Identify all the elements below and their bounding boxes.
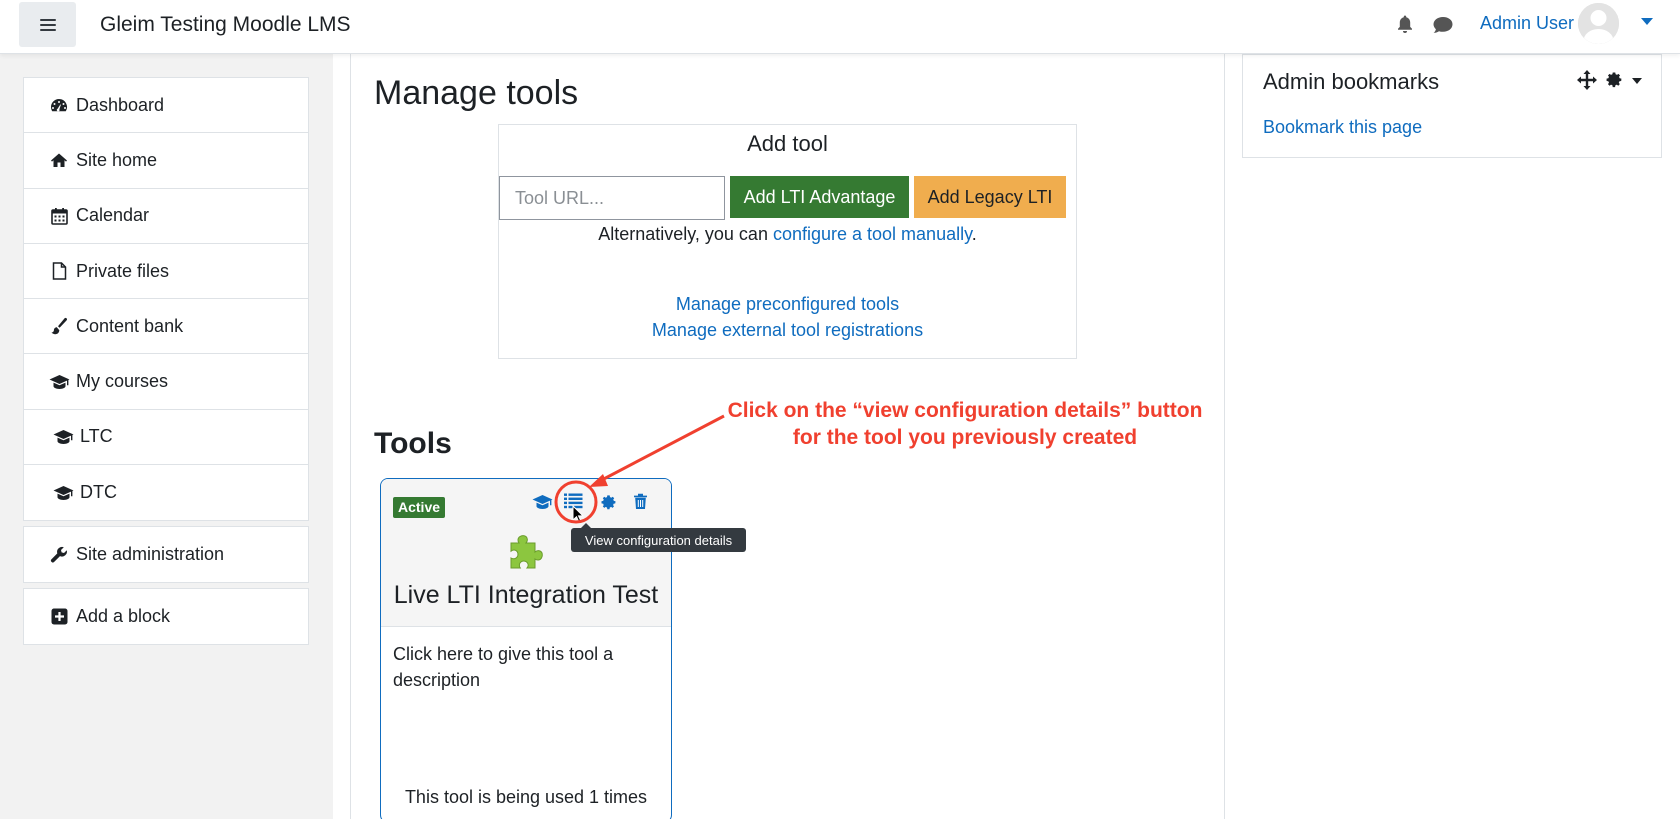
sidebar-item-calendar[interactable]: Calendar [24,189,308,244]
file-icon [48,262,70,280]
avatar[interactable] [1578,3,1619,44]
block-title: Admin bookmarks [1263,69,1440,94]
sidebar-item-my-courses[interactable]: My courses [24,354,308,410]
nav-drawer-add-block: Add a block [23,588,309,646]
chevron-down-icon[interactable] [1641,18,1653,25]
tool-description[interactable]: Click here to give this tool a descripti… [393,641,653,693]
sidebar-item-dtc[interactable]: DTC [24,465,308,520]
paintbrush-icon [48,317,70,335]
manage-preconfigured-tools-link[interactable]: Manage preconfigured tools [499,291,1076,317]
manage-links: Manage preconfigured tools Manage extern… [499,291,1076,343]
status-badge: Active [393,497,446,518]
add-lti-advantage-button[interactable]: Add LTI Advantage [730,176,909,218]
trash-icon[interactable] [633,493,648,515]
tool-card-header: Active Live LTI Integration Test [381,479,671,627]
tool-name[interactable]: Live LTI Integration Test [381,581,671,610]
sidebar-item-label: Site home [76,149,158,170]
sidebar-item-content-bank[interactable]: Content bank [24,299,308,355]
sidebar-item-label: Private files [76,260,170,281]
tool-url-input[interactable] [499,176,725,220]
sidebar-item-private-files[interactable]: Private files [24,244,308,300]
dashboard-icon [48,96,70,114]
graduation-cap-icon [52,428,74,446]
graduation-cap-icon[interactable] [532,494,553,515]
calendar-icon [48,207,70,225]
wrench-icon [48,546,70,564]
annotation-line-2: for the tool you previously created [792,426,1138,449]
instruction-annotation: Click on the “view configuration details… [690,397,1240,451]
gear-icon[interactable] [600,494,617,516]
chevron-down-icon[interactable] [1632,78,1642,84]
add-tool-panel: Add tool Add LTI Advantage Add Legacy LT… [498,124,1077,359]
hamburger-icon [39,18,56,32]
alternative-suffix: . [971,224,977,244]
add-tool-title: Add tool [747,131,828,156]
graduation-cap-icon [52,484,74,502]
nav-drawer-main: Dashboard Site home Calendar Private fil… [23,77,309,522]
home-icon [48,151,70,169]
puzzle-piece-icon [505,531,547,578]
hamburger-button[interactable] [19,2,76,47]
sidebar-item-label: DTC [80,482,117,503]
chat-icon[interactable] [1432,16,1454,39]
admin-bookmarks-block: Admin bookmarks Bookmark this page [1242,54,1662,158]
sidebar-item-label: Content bank [76,315,184,336]
sidebar-item-label: Site administration [76,544,225,565]
bell-icon[interactable] [1396,14,1414,39]
tooltip: View configuration details [571,523,746,552]
sidebar-item-label: Dashboard [76,94,165,115]
tools-heading: Tools [374,427,452,460]
add-legacy-lti-button[interactable]: Add Legacy LTI [914,176,1066,218]
bookmark-this-page-link[interactable]: Bookmark this page [1263,117,1422,138]
add-block-button[interactable]: Add a block [24,589,308,644]
annotation-line-1: Click on the “view configuration details… [727,399,1203,422]
user-menu-name[interactable]: Admin User [1480,13,1574,34]
graduation-cap-icon [48,373,70,391]
sidebar-item-site-home[interactable]: Site home [24,133,308,189]
configure-tool-manually-link[interactable]: configure a tool manually [773,224,972,244]
tool-usage-count: This tool is being used 1 times [404,787,648,807]
top-navbar: Gleim Testing Moodle LMS Admin User [0,0,1680,54]
alternative-prefix: Alternatively, you can [598,224,773,244]
gear-icon[interactable] [1605,71,1623,94]
page-title: Manage tools [374,74,579,112]
sidebar-item-label: Add a block [76,606,171,627]
sidebar-item-label: My courses [76,371,169,392]
sidebar-item-label: Calendar [76,205,150,226]
sidebar-item-label: LTC [80,426,113,447]
sidebar-item-ltc[interactable]: LTC [24,410,308,466]
sidebar-item-dashboard[interactable]: Dashboard [24,78,308,134]
sidebar-item-site-administration[interactable]: Site administration [24,527,308,582]
plus-square-icon [48,608,70,626]
alternative-text: Alternatively, you can configure a tool … [499,224,1076,245]
move-icon[interactable] [1577,70,1597,95]
nav-drawer-admin: Site administration [23,526,309,584]
manage-external-tool-registrations-link[interactable]: Manage external tool registrations [499,317,1076,343]
site-name[interactable]: Gleim Testing Moodle LMS [100,13,351,37]
